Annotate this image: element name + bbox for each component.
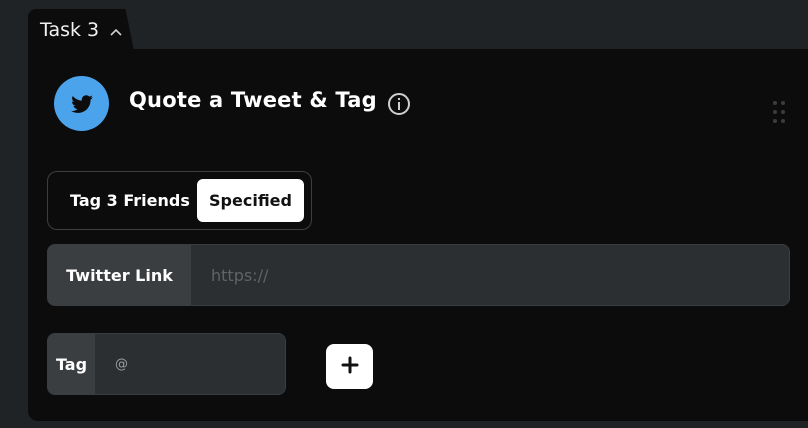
drag-handle-icon[interactable] [772, 100, 786, 124]
tag-mode-option-tag-friends[interactable]: Tag 3 Friends [70, 191, 190, 210]
tag-field: Tag [47, 333, 286, 395]
task-title: Quote a Tweet & Tag [129, 88, 377, 112]
plus-icon [340, 355, 360, 378]
task-tab[interactable]: Task 3 [28, 9, 134, 51]
twitter-link-input[interactable] [191, 245, 789, 305]
info-icon[interactable] [387, 92, 411, 116]
tag-input[interactable] [95, 334, 285, 394]
add-tag-button[interactable] [326, 344, 373, 389]
tag-label: Tag [48, 334, 95, 394]
twitter-link-field: Twitter Link [47, 244, 790, 306]
twitter-bird-icon [54, 76, 109, 131]
chevron-up-icon[interactable] [109, 23, 123, 37]
tag-mode-toggle: Tag 3 Friends Specified [47, 171, 312, 230]
task-tab-label: Task 3 [40, 19, 100, 41]
tag-mode-option-specified[interactable]: Specified [197, 179, 304, 222]
twitter-link-label: Twitter Link [48, 245, 191, 305]
